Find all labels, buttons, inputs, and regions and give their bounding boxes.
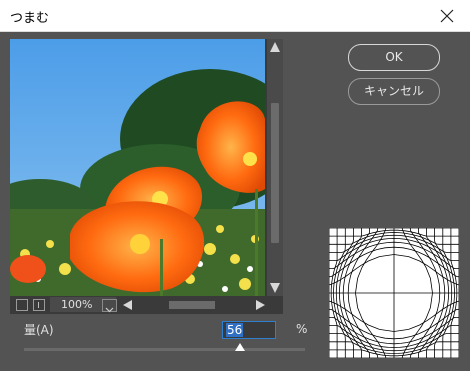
preview-panel: 100% [10, 39, 283, 314]
slider-thumb-icon[interactable] [235, 343, 245, 351]
zoom-select[interactable]: 100% [50, 297, 117, 313]
amount-slider[interactable] [24, 348, 305, 351]
zoom-in-icon[interactable] [33, 299, 45, 311]
zoom-out-icon[interactable] [16, 299, 28, 311]
amount-value: 56 [226, 323, 244, 337]
distortion-grid-preview [328, 227, 460, 359]
scroll-up-icon[interactable] [270, 42, 280, 52]
poppy-photo [10, 39, 265, 296]
cancel-button[interactable]: キャンセル [348, 78, 440, 105]
scroll-down-icon[interactable] [270, 283, 280, 293]
chevron-down-icon[interactable] [102, 299, 117, 313]
ok-button[interactable]: OK [348, 44, 440, 71]
scroll-right-icon[interactable] [256, 300, 265, 310]
percent-unit: % [296, 322, 308, 336]
preview-toolbar: 100% [10, 296, 283, 314]
amount-input[interactable]: 56 [222, 321, 276, 339]
scroll-left-icon[interactable] [123, 300, 132, 310]
close-icon [440, 9, 454, 22]
vertical-scroll-thumb[interactable] [271, 103, 279, 243]
vertical-scrollbar[interactable] [267, 39, 283, 296]
zoom-value: 100% [61, 298, 93, 311]
close-button[interactable] [424, 0, 470, 31]
window-title: つまむ [10, 11, 50, 26]
preview-image[interactable] [10, 39, 265, 296]
horizontal-scroll-thumb[interactable] [169, 301, 215, 309]
title-bar: つまむ [0, 0, 470, 32]
amount-label: 量(A) [24, 323, 54, 337]
pinch-grid [328, 227, 460, 359]
